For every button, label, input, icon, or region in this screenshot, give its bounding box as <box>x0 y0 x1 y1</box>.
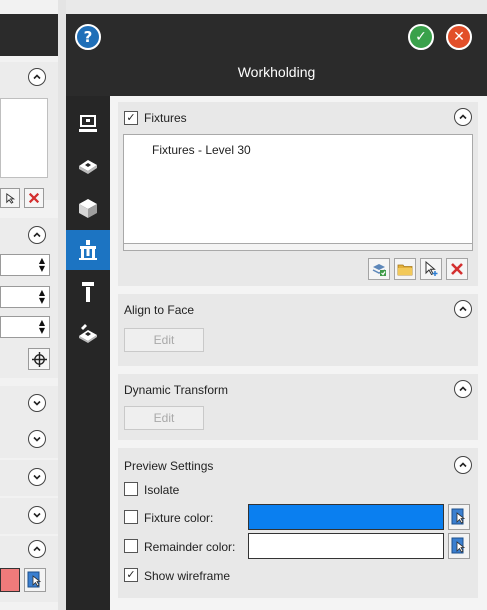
background-panel: ▲ ▼ ▲ ▼ ▲ ▼ <box>0 0 58 610</box>
background-collapsed-section <box>0 460 58 496</box>
panel-divider <box>58 0 66 610</box>
folder-icon <box>397 264 413 276</box>
tab-workholding[interactable] <box>66 230 110 270</box>
open-folder-button[interactable] <box>394 258 416 280</box>
chevron-up-icon[interactable] <box>454 300 472 318</box>
dynamic-transform-edit-button[interactable]: Edit <box>124 406 204 430</box>
background-collapsed-section <box>0 386 58 422</box>
align-to-face-label: Align to Face <box>124 303 195 317</box>
fixture-color-label: Fixture color: <box>144 511 214 525</box>
number-spinner[interactable]: ▲ ▼ <box>0 316 50 338</box>
chevron-up-icon[interactable] <box>28 226 46 244</box>
chevron-up-icon[interactable] <box>454 380 472 398</box>
fixtures-checkbox[interactable]: ✓ <box>124 111 138 125</box>
remainder-color-label: Remainder color: <box>144 540 236 554</box>
add-from-library-button[interactable] <box>368 258 390 280</box>
fixtures-list[interactable]: Fixtures - Level 30 <box>123 134 473 244</box>
fixture-color-swatch[interactable] <box>248 504 444 530</box>
background-section-params: ▲ ▼ ▲ ▼ ▲ ▼ <box>0 218 58 378</box>
preview-settings-label: Preview Settings <box>124 459 214 473</box>
crosshair-target-button[interactable] <box>28 348 50 370</box>
dynamic-transform-section: Dynamic Transform Edit <box>118 374 478 440</box>
delete-button[interactable] <box>24 188 44 208</box>
number-spinner[interactable]: ▲ ▼ <box>0 286 50 308</box>
panel-title: Workholding <box>237 64 316 80</box>
help-button[interactable]: ? <box>75 24 101 50</box>
background-panel-header <box>0 14 58 56</box>
remainder-color-checkbox[interactable] <box>124 539 138 553</box>
tab-fixture-base[interactable] <box>66 104 110 144</box>
vertical-tab-bar <box>66 96 110 610</box>
color-pick-icon <box>451 508 466 525</box>
fixture-color-checkbox[interactable] <box>124 510 138 524</box>
background-collapsed-section <box>0 498 58 534</box>
chevron-down-icon[interactable] <box>28 468 46 486</box>
close-icon: ✕ <box>453 29 465 45</box>
fixture-color-picker-button[interactable] <box>448 504 470 530</box>
color-pick-icon <box>451 537 466 554</box>
fixtures-label: Fixtures <box>144 111 187 125</box>
remainder-color-picker-button[interactable] <box>448 533 470 559</box>
isolate-label: Isolate <box>144 483 180 497</box>
chevron-up-icon[interactable] <box>28 540 46 558</box>
stock-shape-icon <box>79 160 97 174</box>
background-color-section <box>0 536 58 602</box>
background-section-list <box>0 62 58 200</box>
color-swatch[interactable] <box>0 568 20 592</box>
tool-icon <box>82 282 94 302</box>
select-pointer-button[interactable] <box>420 258 442 280</box>
background-collapsed-section <box>0 422 58 458</box>
delete-fixture-button[interactable] <box>446 258 468 280</box>
chevron-up-icon[interactable] <box>28 68 46 86</box>
number-spinner[interactable]: ▲ ▼ <box>0 254 50 276</box>
checkmark-icon: ✓ <box>415 29 427 45</box>
dynamic-transform-label: Dynamic Transform <box>124 383 229 397</box>
tab-tool[interactable] <box>66 272 110 312</box>
select-pointer-button[interactable] <box>0 188 20 208</box>
cancel-button[interactable]: ✕ <box>446 24 472 50</box>
show-wireframe-label: Show wireframe <box>144 569 231 583</box>
chevron-down-icon[interactable] <box>28 506 46 524</box>
remainder-color-swatch[interactable] <box>248 533 444 559</box>
ok-button[interactable]: ✓ <box>408 24 434 50</box>
stack-add-icon <box>372 264 386 276</box>
chevron-up-icon[interactable] <box>454 108 472 126</box>
fixture-base-icon <box>79 115 97 132</box>
fixtures-list-scrollbar[interactable] <box>123 244 473 251</box>
box-icon <box>79 199 97 218</box>
pointer-add-icon <box>425 261 438 276</box>
chevron-up-icon[interactable] <box>454 456 472 474</box>
list-item[interactable]: Fixtures - Level 30 <box>152 143 251 157</box>
content-area: ✓ Fixtures Fixtures - Level 30 Align to … <box>110 96 487 610</box>
chevron-down-icon[interactable] <box>28 394 46 412</box>
help-icon: ? <box>83 28 93 46</box>
tab-part-setup[interactable] <box>66 314 110 354</box>
chevron-down-icon[interactable] <box>28 430 46 448</box>
delete-icon <box>451 263 463 275</box>
part-setup-icon <box>79 324 97 343</box>
preview-settings-section: Preview Settings Isolate Fixture color: … <box>118 448 478 598</box>
panel-header: ? ✓ ✕ Workholding <box>66 14 487 96</box>
fixtures-section: ✓ Fixtures Fixtures - Level 30 <box>118 102 478 286</box>
align-to-face-edit-button[interactable]: Edit <box>124 328 204 352</box>
show-wireframe-checkbox[interactable]: ✓ <box>124 568 138 582</box>
tab-box[interactable] <box>66 188 110 228</box>
color-picker-button[interactable] <box>24 568 46 592</box>
tab-stock-shape[interactable] <box>66 146 110 186</box>
workholding-icon <box>79 240 97 260</box>
background-list-box[interactable] <box>0 98 48 178</box>
isolate-checkbox[interactable] <box>124 482 138 496</box>
align-to-face-section: Align to Face Edit <box>118 294 478 366</box>
workholding-panel: ? ✓ ✕ Workholding ✓ Fixtures Fixtures - … <box>66 14 487 610</box>
